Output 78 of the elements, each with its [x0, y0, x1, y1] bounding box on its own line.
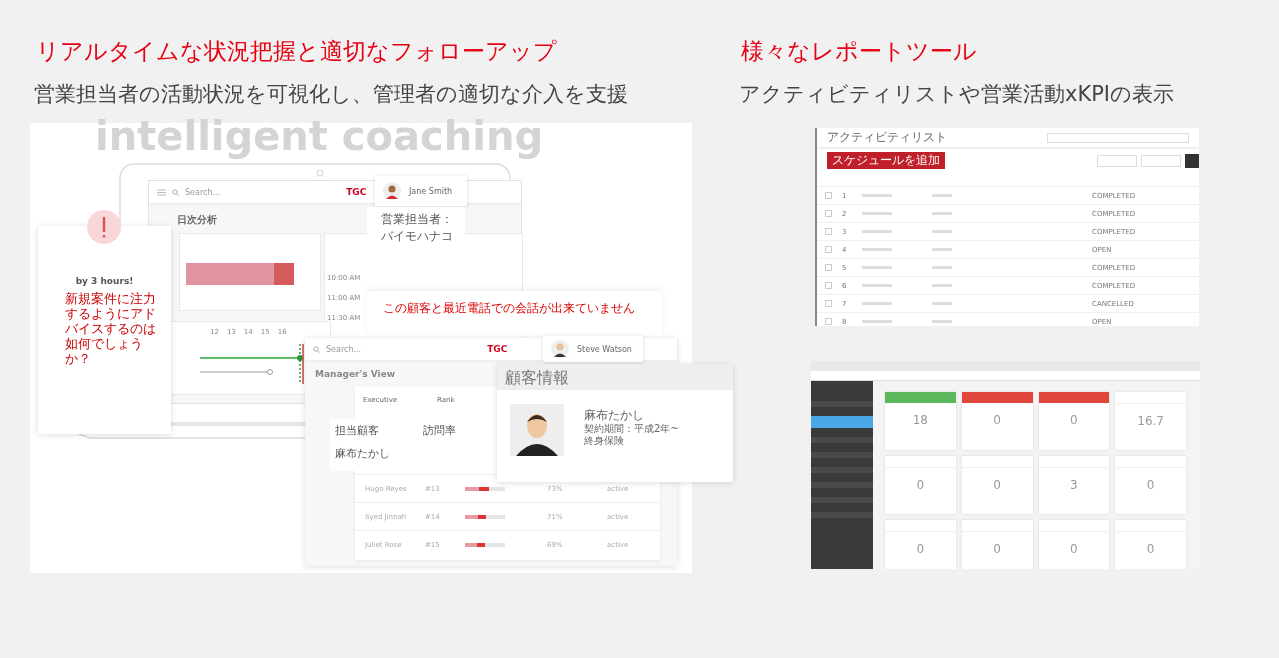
- text-placeholder: [862, 248, 892, 251]
- kpi-value: 0: [993, 478, 1001, 492]
- sidebar-item[interactable]: [811, 416, 873, 428]
- text-placeholder: [862, 230, 892, 233]
- search-field[interactable]: [1047, 132, 1189, 143]
- section-subheading: アクティビティリストや営業活動xKPIの表示: [739, 81, 1176, 108]
- row-checkbox[interactable]: [825, 282, 832, 289]
- text-placeholder: [932, 194, 952, 197]
- page-title: アクティビティリスト: [827, 130, 947, 145]
- text-placeholder: [932, 266, 952, 269]
- customer-name: 麻布たかし: [335, 446, 391, 461]
- view-title: Manager's View: [315, 369, 396, 379]
- user-name: Jane Smith: [409, 186, 453, 196]
- row-checkbox[interactable]: [825, 192, 832, 199]
- kpi-value: 16.7: [1137, 414, 1164, 428]
- column-header: 訪問率: [423, 423, 456, 438]
- kpi-value: 18: [912, 413, 928, 427]
- avatar-icon: [551, 340, 569, 358]
- row-checkbox[interactable]: [825, 264, 832, 271]
- kpi-value: 0: [916, 542, 925, 556]
- row-checkbox[interactable]: [825, 300, 832, 307]
- search-field[interactable]: Search...: [185, 187, 221, 197]
- warning-message: この顧客と最近電話での会話が出来ていません: [367, 291, 662, 336]
- exclamation-icon: [87, 210, 121, 244]
- text-placeholder: [862, 302, 892, 305]
- row-checkbox[interactable]: [825, 318, 832, 325]
- text-placeholder: [862, 212, 892, 215]
- sidebar-item[interactable]: [811, 497, 873, 503]
- sidebar-item[interactable]: [811, 437, 873, 443]
- menu-icon[interactable]: [157, 188, 166, 196]
- sidebar-item[interactable]: [811, 401, 873, 407]
- sidebar-item[interactable]: [811, 467, 873, 473]
- kpi-value: 0: [1070, 542, 1078, 556]
- logo: TGC: [487, 344, 508, 354]
- logo: TGC: [346, 187, 367, 197]
- section-subheading: 営業担当者の活動状況を可視化し、管理者の適切な介入を支援: [34, 81, 629, 108]
- kpi-value: 0: [993, 542, 1001, 556]
- row-checkbox[interactable]: [825, 228, 832, 235]
- page-title: 日次分析: [177, 213, 217, 227]
- kpi-value: 0: [916, 478, 925, 492]
- card-title: 顧客情報: [497, 364, 733, 390]
- text-placeholder: [932, 320, 952, 323]
- filter-button[interactable]: [1185, 153, 1199, 168]
- toolbar-button[interactable]: [1097, 154, 1137, 167]
- kpi-value: 3: [1070, 478, 1078, 492]
- text-placeholder: [862, 284, 892, 287]
- text-placeholder: [862, 266, 892, 269]
- row-checkbox[interactable]: [825, 246, 832, 253]
- user-name: Steve Watson: [577, 344, 632, 354]
- search-icon: [172, 188, 179, 196]
- contract-period: 契約期間：平成2年~: [584, 423, 679, 435]
- text-placeholder: [932, 212, 952, 215]
- kpi-value: 0: [1146, 542, 1155, 556]
- kpi-value: 0: [1070, 413, 1078, 427]
- text-placeholder: [932, 302, 952, 305]
- kpi-value: 0: [993, 413, 1001, 427]
- advice-text: 新規案件に注力するようにアドバイスするのは如何でしょうか？: [65, 291, 157, 366]
- row-checkbox[interactable]: [825, 210, 832, 217]
- avatar-icon: [383, 182, 401, 200]
- person-avatar-icon: [510, 404, 564, 456]
- search-field[interactable]: Search...: [326, 344, 362, 354]
- text-placeholder: [932, 230, 952, 233]
- text-placeholder: [862, 320, 892, 323]
- text-placeholder: [862, 194, 892, 197]
- alert-note: by 3 hours!: [74, 276, 135, 286]
- product-name: 終身保険: [584, 435, 625, 447]
- sidebar-item[interactable]: [811, 482, 873, 488]
- sidebar-item[interactable]: [811, 512, 873, 518]
- kpi-value: 0: [1146, 478, 1155, 492]
- text-placeholder: [932, 284, 952, 287]
- sidebar-item[interactable]: [811, 452, 873, 458]
- search-icon: [313, 345, 320, 353]
- add-schedule-button[interactable]: スケジュールを追加: [827, 152, 945, 169]
- column-header: 担当顧客: [335, 423, 379, 438]
- customer-name: 麻布たかし: [584, 408, 645, 423]
- section-heading: 様々なレポートツール: [741, 37, 978, 66]
- section-heading: リアルタイムな状況把握と適切なフォローアップ: [36, 37, 558, 66]
- text-placeholder: [932, 248, 952, 251]
